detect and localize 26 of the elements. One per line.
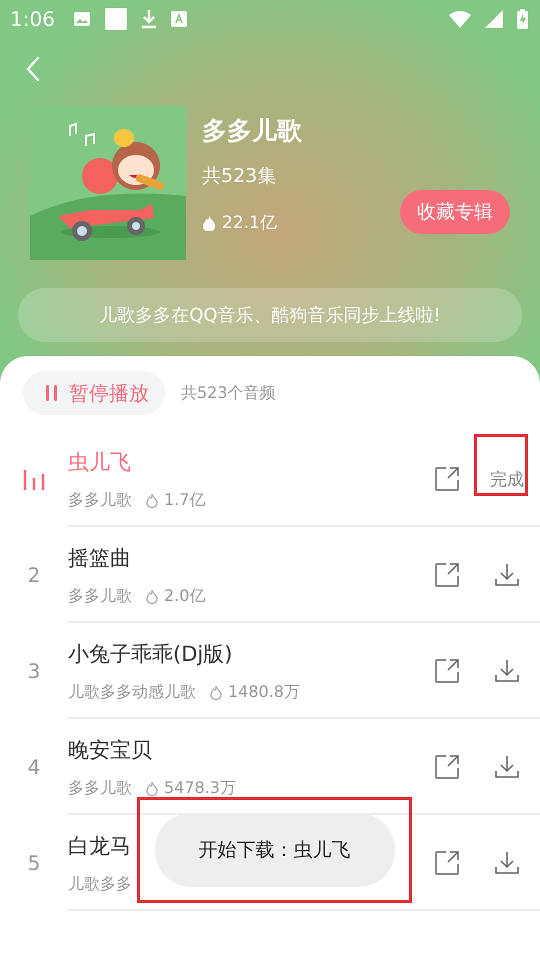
- track-number: 4: [28, 755, 40, 779]
- status-time: 1:06: [10, 7, 55, 31]
- track-number: 2: [28, 563, 40, 587]
- track-title: 摇篮曲: [68, 544, 131, 572]
- play-count: 22.1亿: [222, 212, 277, 234]
- track-artist: 多多儿歌: [68, 586, 132, 606]
- track-number: 5: [28, 851, 40, 875]
- notice-banner: 儿歌多多在QQ音乐、酷狗音乐同步上线啦!: [18, 288, 522, 342]
- track-artist: 多多儿歌: [68, 778, 132, 798]
- track-title: 虫儿飞: [68, 448, 131, 476]
- track-artist: 儿歌多多: [68, 874, 132, 894]
- track-title: 晚安宝贝: [68, 736, 152, 764]
- album-title: 多多儿歌: [202, 115, 303, 147]
- episode-count: 共523集: [202, 164, 278, 189]
- track-title: 白龙马: [68, 832, 131, 860]
- track-play-count: 2.0亿: [164, 586, 206, 606]
- track-total: 共523个音频: [181, 382, 276, 404]
- track-play-count: 5478.3万: [164, 778, 236, 798]
- track-artist: 多多儿歌: [68, 490, 132, 510]
- download-status: 完成: [490, 468, 524, 490]
- download-toast: 开始下载：虫儿飞: [154, 813, 394, 887]
- track-number: 3: [28, 659, 40, 683]
- track-play-count: 1480.8万: [228, 682, 300, 702]
- track-title: 小兔子乖乖(Dj版): [68, 640, 232, 668]
- track-artist: 儿歌多多动感儿歌: [68, 682, 196, 702]
- track-play-count: 1.7亿: [164, 490, 206, 510]
